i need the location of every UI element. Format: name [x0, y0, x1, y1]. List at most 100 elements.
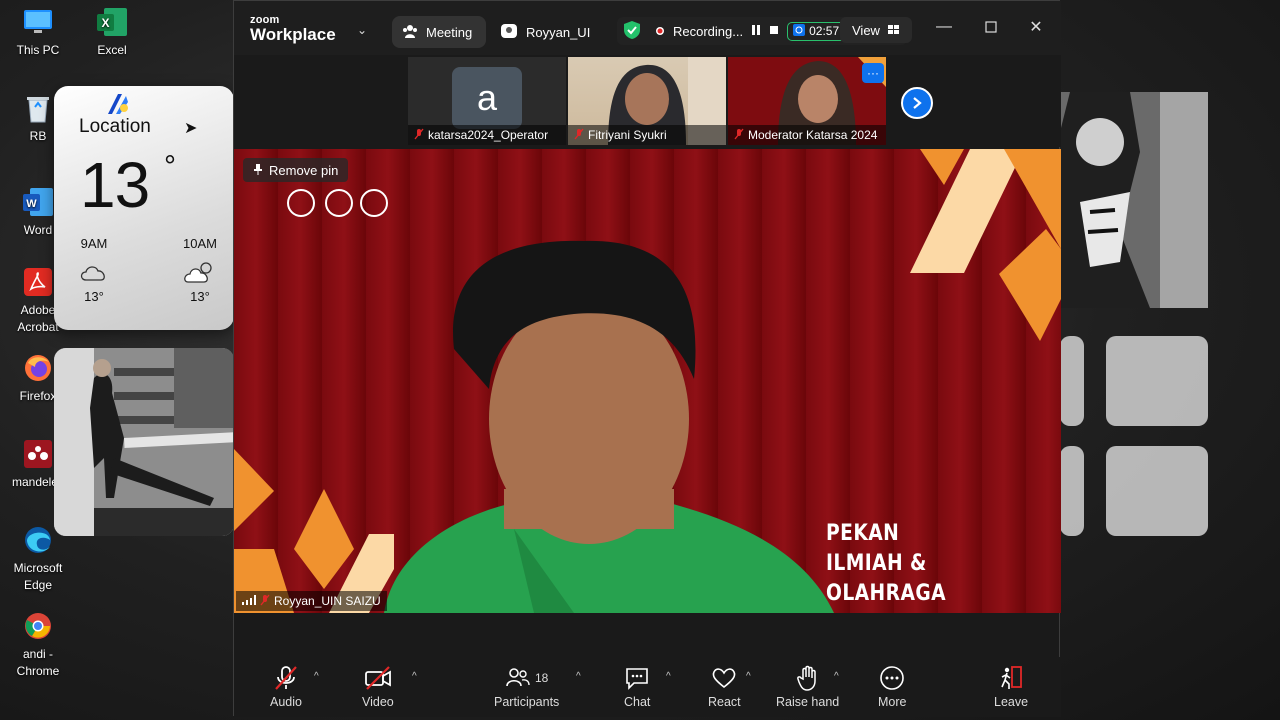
chat-icon: [624, 665, 650, 691]
widget-tile[interactable]: [1106, 446, 1208, 536]
participants-label: Participants: [494, 695, 560, 709]
pause-icon[interactable]: [751, 24, 761, 39]
edge-icon: [22, 524, 54, 556]
leave-button[interactable]: Leave: [994, 665, 1028, 709]
chat-label: Chat: [624, 695, 651, 709]
raise-hand-icon: [796, 665, 820, 691]
view-button[interactable]: View: [840, 17, 912, 43]
desktop-icon-label: Word: [23, 223, 53, 237]
svg-text:W: W: [26, 198, 37, 210]
participant-thumbnail[interactable]: Fitriyani Syukri: [568, 57, 726, 145]
chat-button[interactable]: Chat: [624, 665, 650, 709]
forecast-temp: 13°: [84, 289, 104, 304]
desktop-icon-this-pc[interactable]: This PC: [8, 6, 68, 59]
meeting-timer[interactable]: 02:57: [787, 21, 846, 41]
weather-widget[interactable]: Location ➤ 13 ° 9AM 13° 10AM 13°: [54, 86, 234, 330]
desktop-icon-edge[interactable]: Microsoft Edge: [8, 524, 68, 594]
title-bar: zoom Workplace ⌄ Meeting Royyan_UI Recor…: [234, 1, 1061, 55]
next-page-button[interactable]: [901, 87, 933, 119]
thumbnail-name-bar: katarsa2024_Operator: [408, 125, 566, 145]
avatar-icon: [500, 23, 518, 42]
participant-thumbnail[interactable]: ··· Moderator Katarsa 2024: [728, 57, 886, 145]
participant-name: Fitriyani Syukri: [588, 128, 667, 142]
chevron-up-icon[interactable]: ^: [834, 671, 839, 682]
chevron-up-icon[interactable]: ^: [576, 671, 581, 682]
forecast-item: 9AM 13°: [64, 236, 124, 304]
participant-name: Moderator Katarsa 2024: [748, 128, 878, 142]
react-button[interactable]: React: [708, 665, 741, 709]
tab-meeting[interactable]: Meeting: [392, 16, 486, 48]
desktop-icon-label: This PC: [16, 43, 60, 57]
raise-hand-button[interactable]: Raise hand: [776, 665, 839, 709]
react-label: React: [708, 695, 741, 709]
chevron-up-icon[interactable]: ^: [666, 671, 671, 682]
muted-mic-icon: [414, 128, 424, 143]
shield-check-icon: [623, 20, 641, 43]
participant-name: katarsa2024_Operator: [428, 128, 549, 142]
widget-tile[interactable]: [1060, 446, 1084, 536]
video-label: Video: [362, 695, 394, 709]
audio-button[interactable]: Audio: [270, 665, 302, 709]
avatar: a: [452, 67, 522, 129]
weather-location: Location: [79, 116, 151, 137]
thumbnail-name-bar: Fitriyani Syukri: [568, 125, 726, 145]
remove-pin-button[interactable]: Remove pin: [243, 158, 349, 182]
monitor-icon: [22, 6, 54, 38]
more-label: More: [878, 695, 907, 709]
desktop-icon-chrome[interactable]: andi - Chrome: [8, 610, 68, 680]
chevron-down-icon[interactable]: ⌄: [357, 23, 367, 37]
grid-icon: [887, 23, 900, 38]
excel-icon: X: [96, 6, 128, 38]
photo-widget-right[interactable]: [1060, 92, 1208, 308]
desktop-icon-excel[interactable]: X Excel: [82, 6, 142, 59]
speaker-name: Royyan_UIN SAIZU: [274, 594, 381, 608]
partly-cloudy-icon: [170, 257, 230, 287]
video-button[interactable]: Video: [362, 665, 394, 709]
view-label: View: [852, 22, 880, 38]
muted-mic-icon: [574, 128, 584, 143]
participants-button[interactable]: 18 Participants: [494, 665, 559, 709]
photo-image: [1060, 92, 1208, 308]
stop-icon[interactable]: [769, 24, 779, 39]
zoom-window[interactable]: zoom Workplace ⌄ Meeting Royyan_UI Recor…: [233, 0, 1061, 717]
minimize-icon[interactable]: —: [932, 15, 956, 39]
pin-icon: [253, 163, 263, 178]
participant-strip: a katarsa2024_Operator Fitriyani Syukri: [234, 55, 1061, 147]
widget-tile[interactable]: [1106, 336, 1208, 426]
word-icon: W: [22, 186, 54, 218]
participants-count: 18: [534, 671, 549, 685]
active-speaker-video[interactable]: Remove pin PEKAN ILMIAH & OLAHRAGA Royya…: [234, 149, 1061, 613]
zoom-logo: zoom Workplace: [250, 15, 336, 44]
forecast-time: 9AM: [80, 236, 108, 251]
chevron-up-icon[interactable]: ^: [746, 671, 751, 682]
meeting-icon: [402, 24, 418, 41]
more-options-icon[interactable]: ···: [862, 63, 884, 83]
cloudy-icon: [64, 257, 124, 287]
audio-label: Audio: [270, 695, 302, 709]
tab-participant-share[interactable]: Royyan_UI: [490, 16, 600, 48]
widget-tile[interactable]: [1060, 336, 1084, 426]
more-button[interactable]: More: [878, 665, 906, 709]
chrome-icon: [22, 610, 54, 642]
acrobat-icon: [22, 266, 54, 298]
heart-icon: [711, 665, 737, 691]
desktop-icon-label: andi - Chrome: [16, 647, 60, 678]
firefox-icon: [22, 352, 54, 384]
chevron-up-icon[interactable]: ^: [412, 671, 417, 682]
event-title-line1: PEKAN: [826, 521, 900, 546]
timer-value: 02:57: [809, 24, 840, 38]
photo-image: [54, 348, 234, 536]
close-icon[interactable]: ✕: [1024, 15, 1048, 39]
svg-text:X: X: [101, 16, 109, 30]
participant-thumbnail[interactable]: a katarsa2024_Operator: [408, 57, 566, 145]
avatar-letter: a: [476, 77, 498, 118]
forecast-time: 10AM: [183, 236, 217, 251]
muted-mic-icon: [734, 128, 744, 143]
maximize-icon[interactable]: [979, 15, 1003, 39]
photo-widget[interactable]: [54, 348, 234, 536]
video-off-icon: [364, 665, 392, 691]
chevron-up-icon[interactable]: ^: [314, 671, 319, 682]
muted-mic-icon: [260, 594, 270, 609]
forecast-temp: 13°: [190, 289, 210, 304]
participants-icon: 18: [505, 665, 548, 691]
